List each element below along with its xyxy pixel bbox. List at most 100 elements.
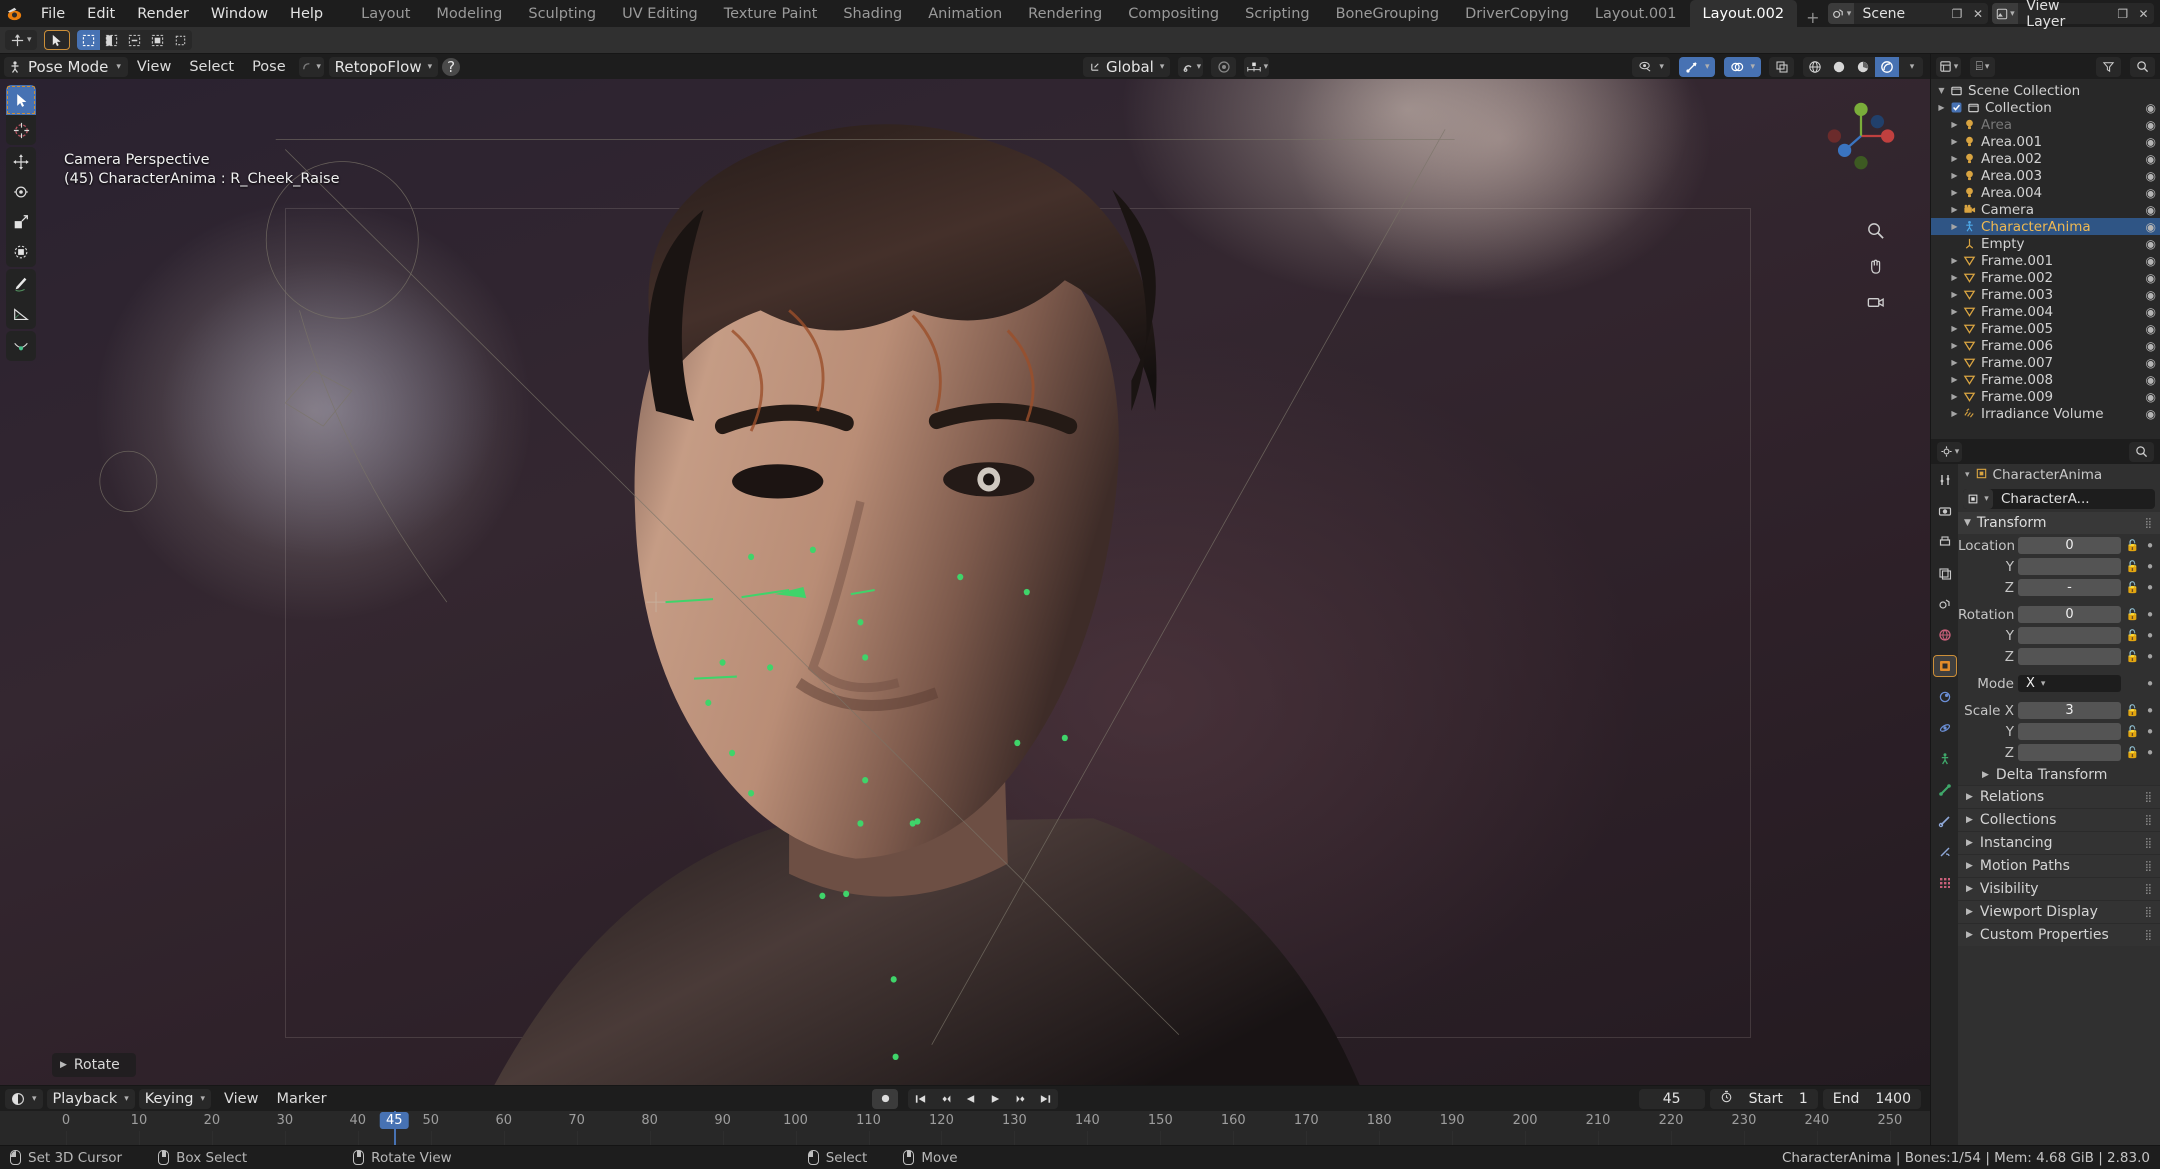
visibility-eye-icon[interactable]: ◉ — [2146, 101, 2160, 115]
gizmo-toggle[interactable]: ▾ — [1678, 56, 1716, 77]
end-frame-value[interactable]: 1400 — [1875, 1091, 1911, 1107]
active-tool-icon[interactable]: ▾ — [5, 30, 37, 50]
end-frame-field[interactable]: End 1400 — [1822, 1088, 1921, 1109]
visibility-eye-icon[interactable]: ◉ — [2146, 407, 2160, 421]
xray-toggle[interactable] — [1769, 56, 1794, 77]
lock-icon[interactable]: 🔓 — [2125, 725, 2140, 738]
rotation-mode-value[interactable]: X ▾ — [2018, 675, 2121, 692]
properties-editor-type-icon[interactable]: ▾ — [1937, 441, 1962, 462]
next-keyframe-button[interactable] — [1008, 1089, 1033, 1109]
select-subtract-icon[interactable] — [123, 30, 146, 50]
outliner-row[interactable]: ▶ Frame.007 ◉ — [1931, 354, 2160, 371]
location-y-value[interactable] — [2018, 558, 2121, 575]
cursor-tool[interactable] — [6, 115, 36, 145]
tweak-tool-button[interactable] — [43, 30, 70, 50]
output-tab[interactable] — [1934, 532, 1956, 552]
outliner-filter-icon[interactable] — [2096, 56, 2121, 77]
timeline-playback-menu[interactable]: Playback ▾ — [46, 1088, 135, 1109]
viewport-menu-pose[interactable]: Pose — [243, 58, 295, 76]
visibility-eye-icon[interactable]: ◉ — [2146, 322, 2160, 336]
rotation-z-row[interactable]: Z 🔓 • — [1958, 647, 2156, 666]
expand-arrow-icon[interactable]: ▶ — [1948, 222, 1961, 231]
proportional-edit-icon[interactable] — [1211, 56, 1237, 77]
workspace-tab-animation[interactable]: Animation — [915, 0, 1015, 27]
location-x-row[interactable]: Location X 0 🔓 • — [1958, 536, 2156, 555]
outliner-row[interactable]: Empty ◉ — [1931, 235, 2160, 252]
jump-to-start-button[interactable] — [908, 1089, 933, 1109]
physics-tab[interactable] — [1934, 718, 1956, 738]
outliner-row[interactable]: ▶ Frame.008 ◉ — [1931, 371, 2160, 388]
rotation-x-row[interactable]: Rotation X 0 🔓 • — [1958, 605, 2156, 624]
expand-arrow-icon[interactable]: ▶ — [1948, 205, 1961, 214]
add-workspace-button[interactable]: + — [1797, 8, 1828, 27]
scale-x-value[interactable]: 3 — [2018, 702, 2121, 719]
transform-tool[interactable] — [6, 237, 36, 267]
outliner-row[interactable]: ▶ Frame.005 ◉ — [1931, 320, 2160, 337]
scale-x-row[interactable]: Scale X 3 🔓 • — [1958, 701, 2156, 720]
outliner-row[interactable]: ▶ Area.002 ◉ — [1931, 150, 2160, 167]
animate-dot-icon[interactable]: • — [2144, 745, 2156, 760]
outliner-tree[interactable]: ▼ Scene Collection ▶ Collection ◉ ▶ Area ◉ ▶ Area… — [1931, 79, 2160, 439]
outliner-search-icon[interactable] — [2130, 56, 2155, 77]
rotation-x-value[interactable]: 0 — [2018, 606, 2121, 623]
bone-tab[interactable] — [1934, 811, 1956, 831]
lock-icon[interactable]: 🔓 — [2125, 539, 2140, 552]
select-set-icon[interactable] — [76, 30, 100, 50]
visibility-eye-icon[interactable]: ◉ — [2146, 305, 2160, 319]
expand-arrow-icon[interactable]: ▶ — [1948, 137, 1961, 146]
new-view-layer-button[interactable]: ❐ — [2112, 3, 2133, 24]
properties-tab-column[interactable] — [1931, 464, 1958, 1145]
expand-arrow-icon[interactable]: ▶ — [1948, 324, 1961, 333]
render-tab[interactable] — [1934, 501, 1956, 521]
lock-icon[interactable]: 🔓 — [2125, 746, 2140, 759]
outliner-row[interactable]: ▶ Camera ◉ — [1931, 201, 2160, 218]
rotation-y-value[interactable] — [2018, 627, 2121, 644]
new-scene-button[interactable]: ❐ — [1946, 3, 1967, 24]
expand-arrow-icon[interactable]: ▶ — [1948, 358, 1961, 367]
workspace-tab-bonegrouping[interactable]: BoneGrouping — [1323, 0, 1453, 27]
tool-tab[interactable] — [1934, 470, 1956, 490]
visibility-eye-icon[interactable]: ◉ — [2146, 237, 2160, 251]
play-reverse-button[interactable] — [958, 1089, 983, 1109]
expand-arrow-icon[interactable]: ▶ — [1948, 154, 1961, 163]
expand-arrow-icon[interactable]: ▶ — [1948, 188, 1961, 197]
visibility-selector[interactable]: ▾ — [1632, 56, 1670, 77]
workspace-tab-modeling[interactable]: Modeling — [423, 0, 515, 27]
object-data-icon[interactable]: ▾ — [1963, 489, 1993, 509]
armature-data-tab[interactable] — [1934, 780, 1956, 800]
shading-mode-group[interactable]: ▾ — [1803, 56, 1923, 77]
menu-help[interactable]: Help — [279, 3, 334, 25]
redo-operator-panel[interactable]: ▶ Rotate — [52, 1053, 136, 1077]
animate-dot-icon[interactable]: • — [2144, 649, 2156, 664]
animate-dot-icon[interactable]: • — [2144, 607, 2156, 622]
workspace-tab-compositing[interactable]: Compositing — [1115, 0, 1232, 27]
outliner-row[interactable]: ▶ Area.001 ◉ — [1931, 133, 2160, 150]
visibility-eye-icon[interactable]: ◉ — [2146, 169, 2160, 183]
scene-selector[interactable]: ▾ Scene ❐ ✕ — [1828, 3, 1989, 24]
expand-arrow-icon[interactable]: ▶ — [1948, 392, 1961, 401]
annotate-tool[interactable] — [6, 269, 36, 299]
workspace-tab-rendering[interactable]: Rendering — [1015, 0, 1115, 27]
start-frame-value[interactable]: 1 — [1799, 1091, 1808, 1107]
timeline-menu-marker[interactable]: Marker — [267, 1090, 335, 1108]
animate-dot-icon[interactable]: • — [2144, 628, 2156, 643]
visibility-eye-icon[interactable]: ◉ — [2146, 339, 2160, 353]
outliner-row[interactable]: ▶ Frame.006 ◉ — [1931, 337, 2160, 354]
animate-dot-icon[interactable]: • — [2144, 676, 2156, 691]
remove-view-layer-button[interactable]: ✕ — [2133, 3, 2154, 24]
workspace-tab-drivercopying[interactable]: DriverCopying — [1452, 0, 1582, 27]
material-preview-shading-icon[interactable] — [1851, 57, 1875, 77]
property-panel-header[interactable]: ▶ Motion Paths ⣿ — [1958, 854, 2160, 877]
expand-arrow-icon[interactable]: ▶ — [1948, 120, 1961, 129]
outliner-row[interactable]: ▶ Frame.001 ◉ — [1931, 252, 2160, 269]
outliner-row[interactable]: ▶ Collection ◉ — [1931, 99, 2160, 116]
visibility-eye-icon[interactable]: ◉ — [2146, 356, 2160, 370]
lock-icon[interactable]: 🔓 — [2125, 560, 2140, 573]
menu-render[interactable]: Render — [126, 3, 200, 25]
viewport-menu-select[interactable]: Select — [180, 58, 243, 76]
3d-viewport[interactable]: Camera Perspective (45) CharacterAnima :… — [0, 79, 1930, 1085]
expand-arrow-icon[interactable]: ▶ — [1948, 171, 1961, 180]
workspace-tab-layout-002[interactable]: Layout.002 — [1689, 0, 1798, 27]
scale-z-value[interactable] — [2018, 744, 2121, 761]
transform-panel-header[interactable]: ▼ Transform ⣿ — [1958, 512, 2160, 534]
